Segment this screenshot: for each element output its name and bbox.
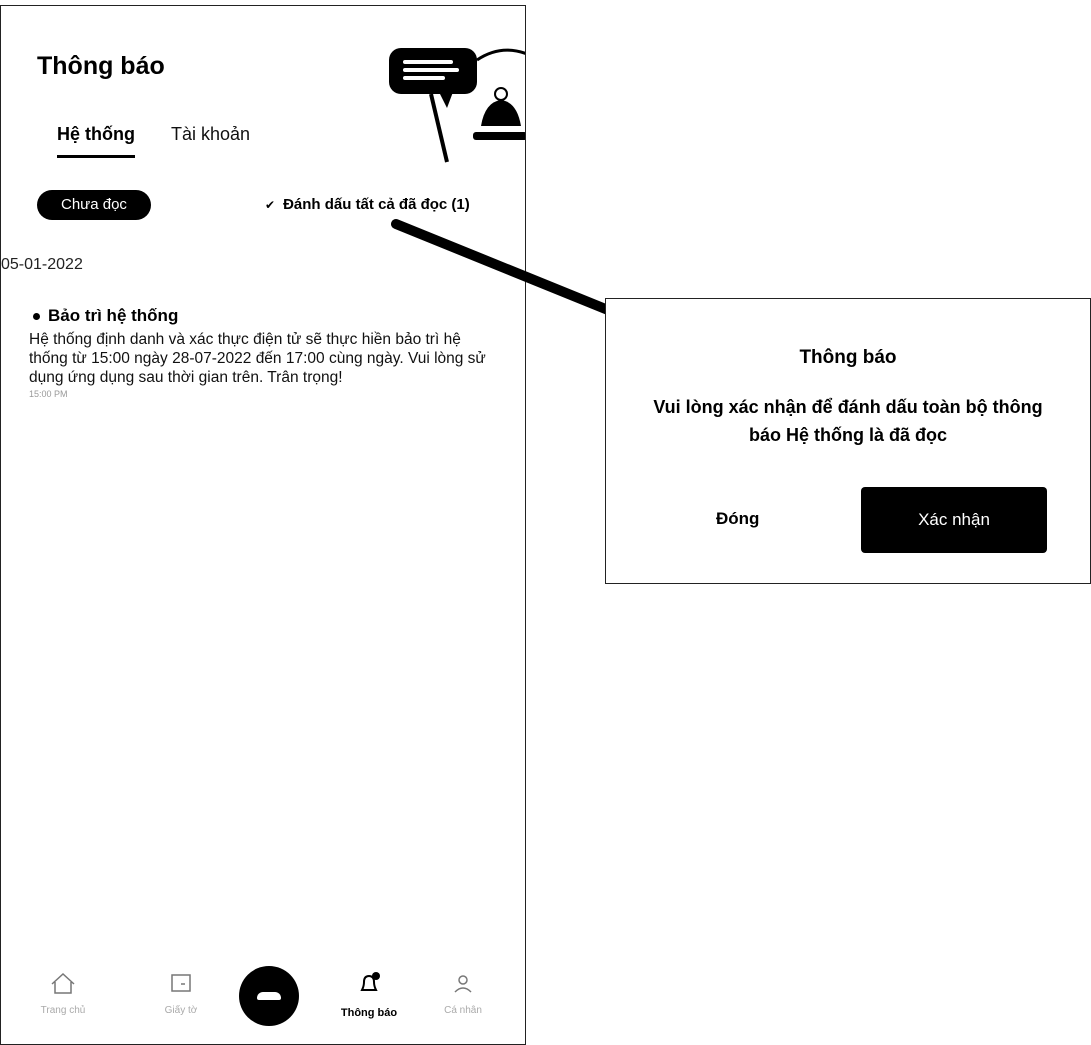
notification-body: Hệ thống định danh và xác thực điện tử s… [29,331,486,386]
phone-screen: Thông báo Hệ thống Tài khoản Chưa đọc ✔ Đ… [0,5,526,1045]
mark-all-read-button[interactable]: ✔ Đánh dấu tất cả đã đọc (1) [265,196,470,213]
tab-account[interactable]: Tài khoản [171,124,250,158]
close-button[interactable]: Đóng [716,509,759,529]
dialog-message: Vui lòng xác nhận để đánh dấu toàn bộ th… [653,397,1043,445]
notification-item[interactable]: Bảo trì hệ thống Hệ thống định danh và x… [29,306,489,399]
scan-button[interactable] [239,966,299,1026]
date-header: 05-01-2022 [1,256,83,273]
unread-filter-button[interactable]: Chưa đọc [37,190,151,220]
nav-home[interactable]: Trang chủ [23,972,103,1016]
nav-documents-label: Giấy tờ [164,1005,198,1016]
dialog-title: Thông báo [799,347,897,368]
nav-documents[interactable]: Giấy tờ [141,972,221,1016]
check-icon: ✔ [265,198,276,212]
user-icon [454,975,472,993]
nav-notifications[interactable]: Thông báo [329,972,409,1019]
wallet-icon [171,974,191,992]
unread-dot-icon [33,313,40,321]
nav-home-label: Trang chủ [40,1005,86,1016]
bottom-nav: Trang chủ Giấy tờ Thông báo Cá nhân [1,924,525,1044]
mark-all-read-label: Đánh dấu tất cả đã đọc (1) [283,196,470,213]
home-icon [51,972,75,994]
confirm-button[interactable]: Xác nhận [861,487,1047,553]
nav-profile[interactable]: Cá nhân [423,972,503,1016]
nav-notifications-label: Thông báo [340,1007,398,1019]
notification-title-row: Bảo trì hệ thống [33,306,489,326]
confirm-dialog: Thông báo Vui lòng xác nhận để đánh dấu … [605,298,1091,584]
scan-icon [257,992,281,1000]
nav-profile-label: Cá nhân [444,1005,482,1016]
page-title: Thông báo [37,52,165,80]
tab-bar: Hệ thống Tài khoản [57,124,250,158]
notification-title: Bảo trì hệ thống [48,306,179,325]
notification-time: 15:00 PM [29,389,68,399]
bell-icon [360,972,380,991]
notification-illustration-icon [389,48,525,163]
tab-system[interactable]: Hệ thống [57,124,135,158]
